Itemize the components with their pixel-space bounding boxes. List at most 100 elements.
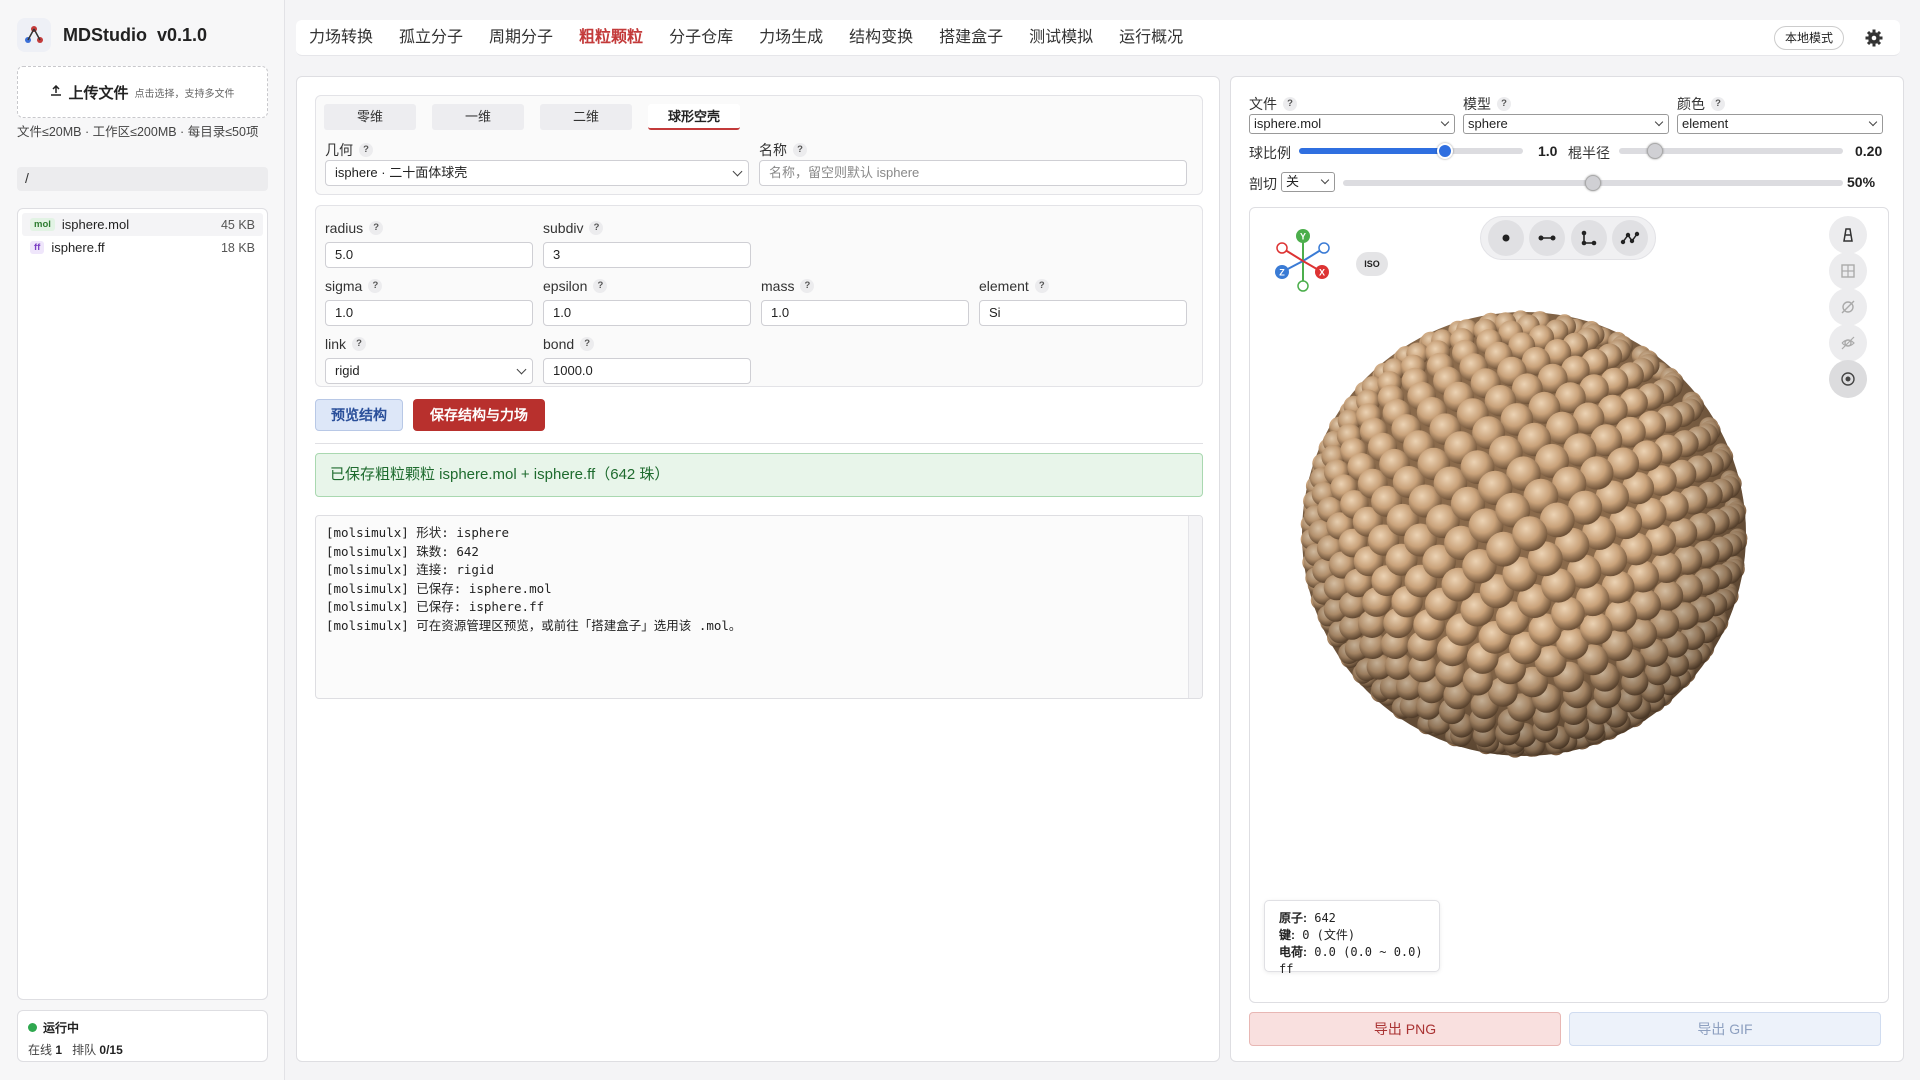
bonds-label: 键: <box>1279 928 1295 942</box>
file-item[interactable]: ff isphere.ff 18 KB <box>22 236 263 259</box>
tab-run-overview[interactable]: 运行概况 <box>1106 20 1196 56</box>
ball-scale-slider[interactable] <box>1299 143 1523 159</box>
link-select[interactable]: rigid <box>325 358 533 384</box>
chevron-down-icon <box>1440 117 1450 127</box>
export-gif-button[interactable]: 导出 GIF <box>1569 1012 1881 1046</box>
slider-knob[interactable] <box>1436 143 1453 159</box>
bond-mode-icon[interactable] <box>1529 220 1566 256</box>
bond-input[interactable]: 1000.0 <box>543 358 751 384</box>
angle-mode-icon[interactable] <box>1570 220 1607 256</box>
tab-force-field-convert[interactable]: 力场转换 <box>296 20 386 56</box>
file-item[interactable]: mol isphere.mol 45 KB <box>22 213 263 236</box>
tab-structure-transform[interactable]: 结构变换 <box>836 20 926 56</box>
model-select[interactable]: sphere <box>1463 114 1669 134</box>
slider-knob[interactable] <box>1646 143 1663 159</box>
subtab-spherical-shell[interactable]: 球形空壳 <box>648 104 740 130</box>
help-icon[interactable]: ? <box>359 143 373 157</box>
run-status: 运行中 在线 1 排队 0/15 <box>17 1010 268 1062</box>
help-icon[interactable]: ? <box>793 143 807 157</box>
axis-gizmo-icon[interactable]: Y Z X <box>1266 224 1340 298</box>
help-icon[interactable]: ? <box>1283 97 1297 111</box>
nav-bar: 力场转换 孤立分子 周期分子 粗粒颗粒 分子仓库 力场生成 结构变换 搭建盒子 … <box>296 20 1900 56</box>
molecule-viewport[interactable]: Y Z X ISO 原子: 642 键: 0 (文件) 电荷: 0.0 (0.0… <box>1249 207 1889 1003</box>
clip-label: 剖切 <box>1249 176 1277 192</box>
top-nav: 力场转换 孤立分子 周期分子 粗粒颗粒 分子仓库 力场生成 结构变换 搭建盒子 … <box>286 0 1920 74</box>
help-icon[interactable]: ? <box>1711 97 1725 111</box>
geometry-select[interactable]: isphere · 二十面体球壳 <box>325 160 749 186</box>
mass-input[interactable]: 1.0 <box>761 300 969 326</box>
file-type-badge: ff <box>30 241 45 254</box>
perspective-icon[interactable] <box>1829 216 1867 254</box>
axis-y-label: Y <box>1300 232 1306 242</box>
grid-icon[interactable] <box>1829 252 1867 290</box>
console-scrollbar[interactable] <box>1188 516 1202 698</box>
params-card: radius? 5.0 subdiv? 3 sigma? 1.0 epsilon… <box>315 205 1203 387</box>
tab-test-simulation[interactable]: 测试模拟 <box>1016 20 1106 56</box>
link-label: link? <box>325 336 367 352</box>
atoms-value: 642 <box>1314 911 1336 925</box>
upload-button[interactable]: 上传文件 点击选择，支持多文件 <box>17 66 268 118</box>
sigma-input[interactable]: 1.0 <box>325 300 533 326</box>
help-icon[interactable]: ? <box>368 279 383 293</box>
help-icon[interactable]: ? <box>1034 279 1049 293</box>
tab-build-box[interactable]: 搭建盒子 <box>926 20 1016 56</box>
epsilon-input[interactable]: 1.0 <box>543 300 751 326</box>
success-message: 已保存粗粒颗粒 isphere.mol + isphere.ff（642 珠） <box>315 453 1203 497</box>
upload-hint: 点击选择，支持多文件 <box>134 88 235 100</box>
file-size: 18 KB <box>220 240 255 255</box>
iso-view-button[interactable]: ISO <box>1356 252 1388 276</box>
upload-icon <box>50 84 62 100</box>
geometry-card: 零维 一维 二维 球形空壳 几何? isphere · 二十面体球壳 名称? 名… <box>315 95 1203 195</box>
tab-periodic-molecule[interactable]: 周期分子 <box>476 20 566 56</box>
help-icon[interactable]: ? <box>580 337 595 351</box>
radius-input[interactable]: 5.0 <box>325 242 533 268</box>
file-select[interactable]: isphere.mol <box>1249 114 1455 134</box>
preview-structure-button[interactable]: 预览结构 <box>315 399 403 431</box>
name-input[interactable]: 名称，留空则默认 isphere <box>759 160 1187 186</box>
subtab-zero-dim[interactable]: 零维 <box>324 104 416 130</box>
axis-z-label: Z <box>1279 268 1285 278</box>
model-label: 模型? <box>1463 94 1511 114</box>
color-label: 颜色? <box>1677 94 1725 114</box>
subtab-one-dim[interactable]: 一维 <box>432 104 524 130</box>
help-icon[interactable]: ? <box>1497 97 1511 111</box>
representation-toolbar <box>1480 216 1656 260</box>
dimension-subtabs: 零维 一维 二维 球形空壳 <box>324 104 756 130</box>
clip-value: 50% <box>1847 174 1876 190</box>
atom-mode-icon[interactable] <box>1487 220 1524 256</box>
export-png-button[interactable]: 导出 PNG <box>1249 1012 1561 1046</box>
dihedral-mode-icon[interactable] <box>1612 220 1649 256</box>
chevron-down-icon <box>1654 117 1664 127</box>
color-select[interactable]: element <box>1677 114 1883 134</box>
center-view-icon[interactable] <box>1829 360 1867 398</box>
help-icon[interactable]: ? <box>352 337 367 351</box>
element-input[interactable]: Si <box>979 300 1187 326</box>
chevron-down-icon <box>516 364 527 375</box>
clip-slider[interactable] <box>1343 175 1843 191</box>
sidebar: MDStudio v0.1.0 上传文件 点击选择，支持多文件 文件≤20MB … <box>0 0 285 1080</box>
help-icon[interactable]: ? <box>589 221 604 235</box>
current-path[interactable]: / <box>17 167 268 191</box>
help-icon[interactable]: ? <box>800 279 815 293</box>
local-mode-button[interactable]: 本地模式 <box>1773 26 1844 50</box>
tab-isolated-molecule[interactable]: 孤立分子 <box>386 20 476 56</box>
subtab-two-dim[interactable]: 二维 <box>540 104 632 130</box>
save-structure-button[interactable]: 保存结构与力场 <box>413 399 545 431</box>
coarse-grained-sphere-render[interactable] <box>1294 304 1754 764</box>
stick-radius-slider[interactable] <box>1619 143 1843 159</box>
structure-info-box: 原子: 642 键: 0 (文件) 电荷: 0.0 (0.0 ~ 0.0) ff <box>1264 900 1440 976</box>
gear-icon[interactable] <box>1864 28 1884 48</box>
help-icon[interactable]: ? <box>593 279 608 293</box>
tab-force-field-generate[interactable]: 力场生成 <box>746 20 836 56</box>
rotate-icon[interactable] <box>1829 324 1867 362</box>
storage-limits: 文件≤20MB · 工作区≤200MB · 每目录≤50项 <box>17 125 259 139</box>
hide-hydrogen-icon[interactable] <box>1829 288 1867 326</box>
subdiv-input[interactable]: 3 <box>543 242 751 268</box>
app-logo-icon <box>17 18 51 52</box>
clip-select[interactable]: 关 <box>1281 172 1335 192</box>
stick-radius-label: 棍半径 <box>1568 145 1610 161</box>
tab-coarse-grained-particle[interactable]: 粗粒颗粒 <box>566 20 656 56</box>
tab-molecule-library[interactable]: 分子仓库 <box>656 20 746 56</box>
help-icon[interactable]: ? <box>369 221 384 235</box>
slider-knob[interactable] <box>1585 175 1601 191</box>
